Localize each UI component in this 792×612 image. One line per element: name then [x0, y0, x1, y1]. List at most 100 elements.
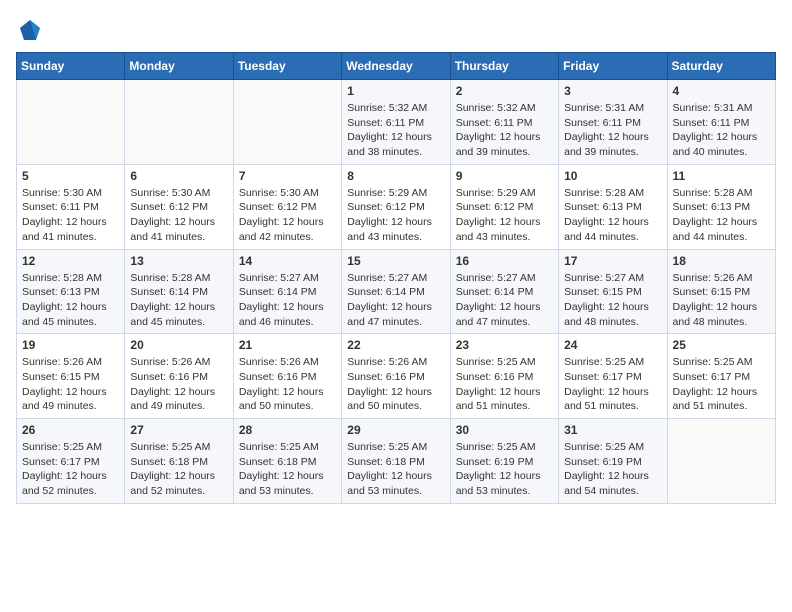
calendar-cell: 11 Sunrise: 5:28 AMSunset: 6:13 PMDaylig…	[667, 164, 775, 249]
calendar-cell: 26 Sunrise: 5:25 AMSunset: 6:17 PMDaylig…	[17, 419, 125, 504]
weekday-header-thursday: Thursday	[450, 53, 558, 80]
week-row-1: 1 Sunrise: 5:32 AMSunset: 6:11 PMDayligh…	[17, 80, 776, 165]
week-row-3: 12 Sunrise: 5:28 AMSunset: 6:13 PMDaylig…	[17, 249, 776, 334]
calendar-cell: 28 Sunrise: 5:25 AMSunset: 6:18 PMDaylig…	[233, 419, 341, 504]
day-info: Sunrise: 5:30 AMSunset: 6:11 PMDaylight:…	[22, 186, 119, 245]
day-number: 30	[456, 423, 553, 437]
day-number: 12	[22, 254, 119, 268]
day-number: 19	[22, 338, 119, 352]
calendar-cell: 10 Sunrise: 5:28 AMSunset: 6:13 PMDaylig…	[559, 164, 667, 249]
day-info: Sunrise: 5:31 AMSunset: 6:11 PMDaylight:…	[673, 101, 770, 160]
calendar-cell: 7 Sunrise: 5:30 AMSunset: 6:12 PMDayligh…	[233, 164, 341, 249]
day-info: Sunrise: 5:30 AMSunset: 6:12 PMDaylight:…	[239, 186, 336, 245]
weekday-header-sunday: Sunday	[17, 53, 125, 80]
week-row-2: 5 Sunrise: 5:30 AMSunset: 6:11 PMDayligh…	[17, 164, 776, 249]
day-number: 8	[347, 169, 444, 183]
calendar-table: SundayMondayTuesdayWednesdayThursdayFrid…	[16, 52, 776, 504]
calendar-cell: 1 Sunrise: 5:32 AMSunset: 6:11 PMDayligh…	[342, 80, 450, 165]
calendar-cell: 23 Sunrise: 5:25 AMSunset: 6:16 PMDaylig…	[450, 334, 558, 419]
logo-icon	[16, 16, 44, 44]
calendar-cell: 17 Sunrise: 5:27 AMSunset: 6:15 PMDaylig…	[559, 249, 667, 334]
day-number: 5	[22, 169, 119, 183]
calendar-cell: 19 Sunrise: 5:26 AMSunset: 6:15 PMDaylig…	[17, 334, 125, 419]
calendar-cell: 30 Sunrise: 5:25 AMSunset: 6:19 PMDaylig…	[450, 419, 558, 504]
calendar-cell: 25 Sunrise: 5:25 AMSunset: 6:17 PMDaylig…	[667, 334, 775, 419]
day-number: 9	[456, 169, 553, 183]
weekday-header-wednesday: Wednesday	[342, 53, 450, 80]
calendar-cell: 12 Sunrise: 5:28 AMSunset: 6:13 PMDaylig…	[17, 249, 125, 334]
day-info: Sunrise: 5:25 AMSunset: 6:19 PMDaylight:…	[456, 440, 553, 499]
weekday-header-row: SundayMondayTuesdayWednesdayThursdayFrid…	[17, 53, 776, 80]
calendar-cell	[667, 419, 775, 504]
calendar-cell: 9 Sunrise: 5:29 AMSunset: 6:12 PMDayligh…	[450, 164, 558, 249]
day-info: Sunrise: 5:26 AMSunset: 6:16 PMDaylight:…	[347, 355, 444, 414]
calendar-cell	[125, 80, 233, 165]
day-info: Sunrise: 5:25 AMSunset: 6:19 PMDaylight:…	[564, 440, 661, 499]
day-number: 2	[456, 84, 553, 98]
weekday-header-tuesday: Tuesday	[233, 53, 341, 80]
calendar-cell: 4 Sunrise: 5:31 AMSunset: 6:11 PMDayligh…	[667, 80, 775, 165]
day-number: 14	[239, 254, 336, 268]
calendar-cell: 20 Sunrise: 5:26 AMSunset: 6:16 PMDaylig…	[125, 334, 233, 419]
day-info: Sunrise: 5:25 AMSunset: 6:18 PMDaylight:…	[347, 440, 444, 499]
calendar-cell: 29 Sunrise: 5:25 AMSunset: 6:18 PMDaylig…	[342, 419, 450, 504]
day-number: 4	[673, 84, 770, 98]
calendar-cell: 22 Sunrise: 5:26 AMSunset: 6:16 PMDaylig…	[342, 334, 450, 419]
weekday-header-friday: Friday	[559, 53, 667, 80]
day-number: 3	[564, 84, 661, 98]
calendar-cell: 24 Sunrise: 5:25 AMSunset: 6:17 PMDaylig…	[559, 334, 667, 419]
day-number: 29	[347, 423, 444, 437]
day-info: Sunrise: 5:28 AMSunset: 6:13 PMDaylight:…	[673, 186, 770, 245]
day-info: Sunrise: 5:31 AMSunset: 6:11 PMDaylight:…	[564, 101, 661, 160]
weekday-header-monday: Monday	[125, 53, 233, 80]
day-info: Sunrise: 5:29 AMSunset: 6:12 PMDaylight:…	[456, 186, 553, 245]
calendar-cell: 5 Sunrise: 5:30 AMSunset: 6:11 PMDayligh…	[17, 164, 125, 249]
day-info: Sunrise: 5:27 AMSunset: 6:14 PMDaylight:…	[239, 271, 336, 330]
day-number: 17	[564, 254, 661, 268]
calendar-cell: 21 Sunrise: 5:26 AMSunset: 6:16 PMDaylig…	[233, 334, 341, 419]
day-info: Sunrise: 5:26 AMSunset: 6:15 PMDaylight:…	[673, 271, 770, 330]
calendar-cell: 16 Sunrise: 5:27 AMSunset: 6:14 PMDaylig…	[450, 249, 558, 334]
day-number: 24	[564, 338, 661, 352]
day-info: Sunrise: 5:28 AMSunset: 6:14 PMDaylight:…	[130, 271, 227, 330]
day-info: Sunrise: 5:26 AMSunset: 6:16 PMDaylight:…	[239, 355, 336, 414]
day-info: Sunrise: 5:29 AMSunset: 6:12 PMDaylight:…	[347, 186, 444, 245]
day-info: Sunrise: 5:32 AMSunset: 6:11 PMDaylight:…	[347, 101, 444, 160]
day-info: Sunrise: 5:27 AMSunset: 6:14 PMDaylight:…	[456, 271, 553, 330]
day-info: Sunrise: 5:25 AMSunset: 6:17 PMDaylight:…	[673, 355, 770, 414]
calendar-cell: 8 Sunrise: 5:29 AMSunset: 6:12 PMDayligh…	[342, 164, 450, 249]
day-number: 11	[673, 169, 770, 183]
calendar-cell	[233, 80, 341, 165]
calendar-cell: 2 Sunrise: 5:32 AMSunset: 6:11 PMDayligh…	[450, 80, 558, 165]
calendar-cell: 13 Sunrise: 5:28 AMSunset: 6:14 PMDaylig…	[125, 249, 233, 334]
week-row-4: 19 Sunrise: 5:26 AMSunset: 6:15 PMDaylig…	[17, 334, 776, 419]
day-number: 25	[673, 338, 770, 352]
day-info: Sunrise: 5:28 AMSunset: 6:13 PMDaylight:…	[564, 186, 661, 245]
calendar-cell: 3 Sunrise: 5:31 AMSunset: 6:11 PMDayligh…	[559, 80, 667, 165]
day-number: 22	[347, 338, 444, 352]
day-number: 16	[456, 254, 553, 268]
day-number: 18	[673, 254, 770, 268]
day-number: 23	[456, 338, 553, 352]
day-number: 28	[239, 423, 336, 437]
day-info: Sunrise: 5:26 AMSunset: 6:15 PMDaylight:…	[22, 355, 119, 414]
day-info: Sunrise: 5:28 AMSunset: 6:13 PMDaylight:…	[22, 271, 119, 330]
day-info: Sunrise: 5:27 AMSunset: 6:15 PMDaylight:…	[564, 271, 661, 330]
logo	[16, 16, 48, 44]
day-info: Sunrise: 5:30 AMSunset: 6:12 PMDaylight:…	[130, 186, 227, 245]
day-number: 7	[239, 169, 336, 183]
day-number: 21	[239, 338, 336, 352]
day-number: 20	[130, 338, 227, 352]
day-number: 27	[130, 423, 227, 437]
calendar-cell: 14 Sunrise: 5:27 AMSunset: 6:14 PMDaylig…	[233, 249, 341, 334]
day-info: Sunrise: 5:25 AMSunset: 6:17 PMDaylight:…	[564, 355, 661, 414]
day-info: Sunrise: 5:25 AMSunset: 6:17 PMDaylight:…	[22, 440, 119, 499]
day-number: 6	[130, 169, 227, 183]
calendar-cell	[17, 80, 125, 165]
weekday-header-saturday: Saturday	[667, 53, 775, 80]
day-number: 10	[564, 169, 661, 183]
day-number: 15	[347, 254, 444, 268]
day-number: 13	[130, 254, 227, 268]
week-row-5: 26 Sunrise: 5:25 AMSunset: 6:17 PMDaylig…	[17, 419, 776, 504]
calendar-cell: 31 Sunrise: 5:25 AMSunset: 6:19 PMDaylig…	[559, 419, 667, 504]
